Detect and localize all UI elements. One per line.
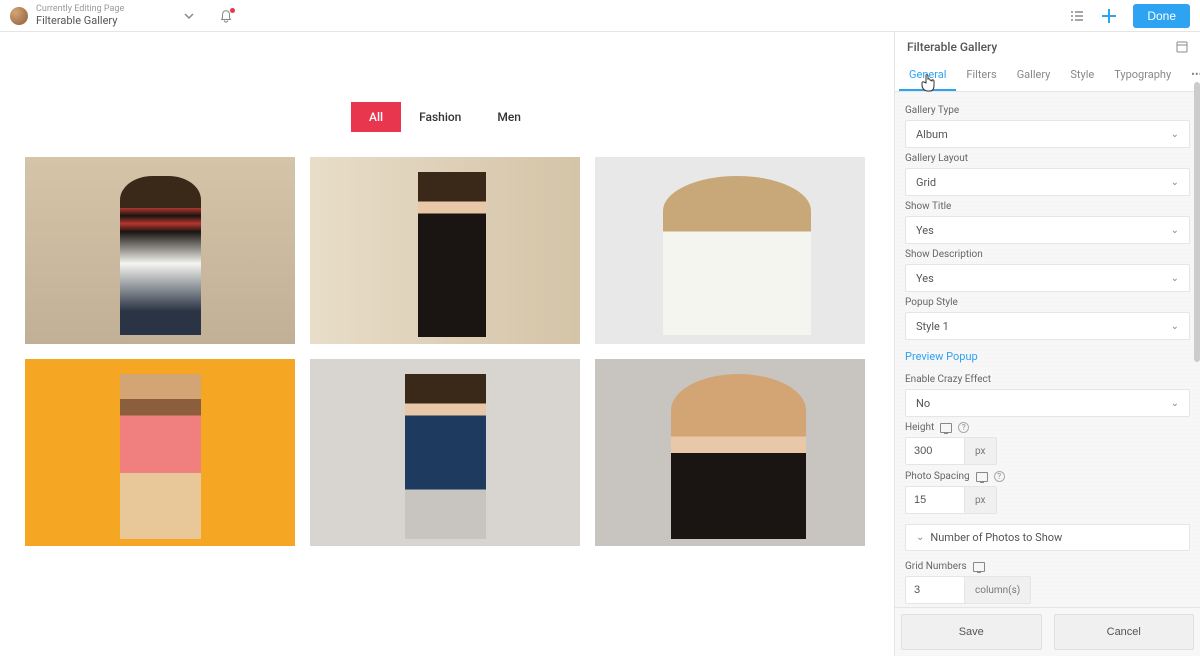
grid-numbers-unit: column(s): [965, 576, 1031, 604]
responsive-icon[interactable]: [973, 562, 985, 572]
popup-style-label: Popup Style: [905, 297, 1190, 308]
show-description-value: Yes: [916, 272, 934, 285]
plus-icon: [1100, 7, 1118, 25]
notification-dot: [230, 8, 235, 13]
help-icon[interactable]: ?: [958, 422, 969, 433]
add-button[interactable]: [1100, 7, 1118, 25]
panel-responsive-icon[interactable]: [1176, 41, 1188, 53]
chevron-down-icon: ⌄: [1171, 273, 1179, 284]
tab-general[interactable]: General: [899, 60, 956, 91]
chevron-down-icon: ⌄: [916, 532, 924, 543]
notifications-button[interactable]: [219, 9, 233, 23]
scrollbar-thumb[interactable]: [1194, 82, 1200, 362]
panel-title: Filterable Gallery: [907, 40, 997, 54]
chevron-down-icon: ⌄: [1171, 321, 1179, 332]
gallery-item[interactable]: [310, 359, 580, 546]
number-photos-accordion[interactable]: ⌄ Number of Photos to Show: [905, 524, 1190, 551]
tab-style[interactable]: Style: [1060, 60, 1104, 91]
done-button[interactable]: Done: [1133, 4, 1190, 28]
cancel-button[interactable]: Cancel: [1054, 614, 1195, 650]
panel-footer: Save Cancel: [895, 607, 1200, 656]
chevron-down-icon: ⌄: [1171, 177, 1179, 188]
popup-style-value: Style 1: [916, 320, 949, 333]
filter-men[interactable]: Men: [479, 102, 539, 132]
photo-spacing-label: Photo Spacing ?: [905, 471, 1190, 482]
tab-typography[interactable]: Typography: [1104, 60, 1181, 91]
height-unit: px: [965, 437, 997, 465]
tab-filters[interactable]: Filters: [956, 60, 1006, 91]
photo-spacing-input[interactable]: [905, 486, 965, 514]
editing-label: Currently Editing Page: [36, 5, 124, 14]
grid-numbers-input[interactable]: [905, 576, 965, 604]
help-icon[interactable]: ?: [994, 471, 1005, 482]
list-icon: [1069, 8, 1085, 24]
grid-numbers-label: Grid Numbers: [905, 561, 1190, 572]
gallery-type-label: Gallery Type: [905, 105, 1190, 116]
gallery-type-select[interactable]: Album ⌄: [905, 120, 1190, 148]
gallery-layout-label: Gallery Layout: [905, 153, 1190, 164]
show-description-select[interactable]: Yes ⌄: [905, 264, 1190, 292]
chevron-down-icon: ⌄: [1171, 225, 1179, 236]
popup-style-select[interactable]: Style 1 ⌄: [905, 312, 1190, 340]
show-title-select[interactable]: Yes ⌄: [905, 216, 1190, 244]
height-label: Height ?: [905, 422, 1190, 433]
outline-toggle-button[interactable]: [1069, 8, 1085, 24]
page-title: Filterable Gallery: [36, 14, 124, 27]
responsive-icon[interactable]: [940, 423, 952, 433]
gallery-item[interactable]: [25, 359, 295, 546]
settings-panel: Filterable Gallery General Filters Galle…: [894, 32, 1200, 656]
gallery-item[interactable]: [310, 157, 580, 344]
gallery-item[interactable]: [25, 157, 295, 344]
page-context[interactable]: Currently Editing Page Filterable Galler…: [36, 5, 124, 27]
gallery-layout-select[interactable]: Grid ⌄: [905, 168, 1190, 196]
photo-spacing-unit: px: [965, 486, 997, 514]
show-title-value: Yes: [916, 224, 934, 237]
filter-all[interactable]: All: [351, 102, 401, 132]
show-description-label: Show Description: [905, 249, 1190, 260]
gallery-grid: [20, 157, 870, 546]
enable-crazy-effect-value: No: [916, 397, 930, 410]
save-button[interactable]: Save: [901, 614, 1042, 650]
preview-popup-link[interactable]: Preview Popup: [905, 350, 978, 363]
chevron-down-icon: ⌄: [1171, 129, 1179, 140]
gallery-item[interactable]: [595, 157, 865, 344]
gallery-type-value: Album: [916, 128, 948, 141]
editor-canvas[interactable]: All Fashion Men: [0, 32, 890, 656]
panel-body[interactable]: Gallery Type Album ⌄ Gallery Layout Grid ⌄…: [895, 92, 1200, 607]
page-caret-icon[interactable]: [184, 11, 194, 21]
height-input[interactable]: [905, 437, 965, 465]
gallery-layout-value: Grid: [916, 176, 936, 189]
panel-tabs: General Filters Gallery Style Typography…: [895, 60, 1200, 92]
gallery-item[interactable]: [595, 359, 865, 546]
chevron-down-icon: ⌄: [1171, 398, 1179, 409]
panel-header: Filterable Gallery: [895, 32, 1200, 60]
filter-fashion[interactable]: Fashion: [401, 102, 479, 132]
gallery-filters: All Fashion Men: [20, 102, 870, 132]
tab-gallery[interactable]: Gallery: [1007, 60, 1061, 91]
show-title-label: Show Title: [905, 201, 1190, 212]
enable-crazy-effect-label: Enable Crazy Effect: [905, 374, 1190, 385]
number-photos-label: Number of Photos to Show: [930, 531, 1062, 544]
responsive-icon[interactable]: [976, 472, 988, 482]
app-logo: [10, 7, 28, 25]
top-bar: Currently Editing Page Filterable Galler…: [0, 0, 1200, 32]
enable-crazy-effect-select[interactable]: No ⌄: [905, 389, 1190, 417]
